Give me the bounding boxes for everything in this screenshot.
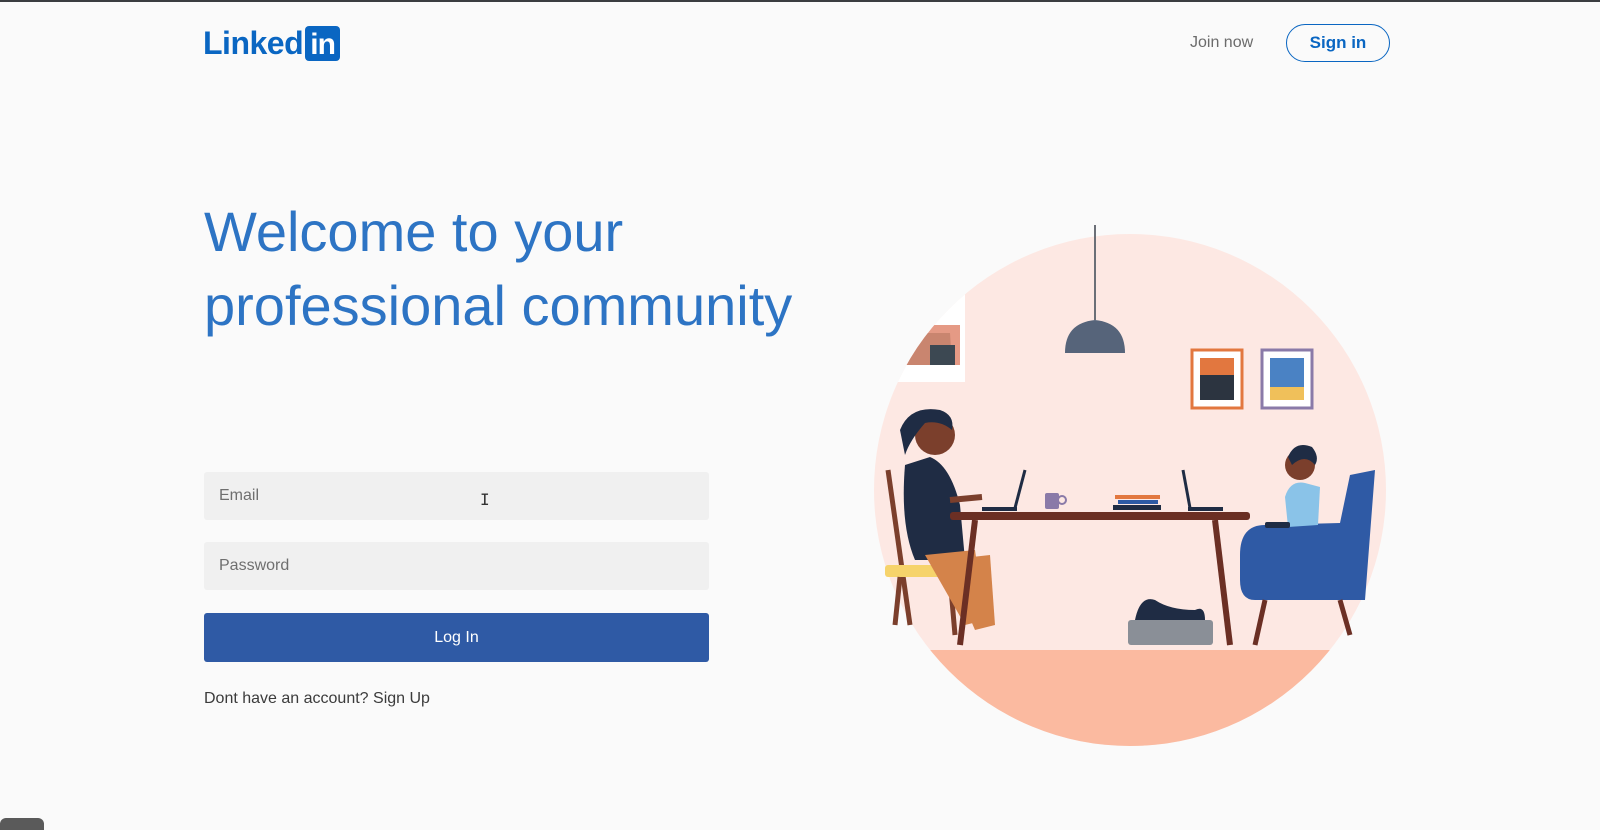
page-headline: Welcome to your professional community	[204, 195, 864, 343]
sign-up-link[interactable]: Sign Up	[373, 690, 430, 707]
signup-prompt: Dont have an account? Sign Up	[204, 690, 430, 708]
join-now-link[interactable]: Join now	[1190, 34, 1253, 52]
people-working-at-table-illustration	[874, 225, 1386, 746]
signup-prompt-text: Dont have an account?	[204, 690, 369, 707]
log-in-button[interactable]: Log In	[204, 613, 709, 662]
logo-wordmark: Linked	[203, 25, 304, 61]
headline-line-2: professional community	[204, 274, 793, 337]
window-top-border	[0, 0, 1600, 2]
mug-icon	[1045, 493, 1059, 509]
table-top	[950, 512, 1250, 520]
email-field[interactable]	[204, 472, 709, 520]
sign-in-button[interactable]: Sign in	[1286, 24, 1390, 62]
headline-line-1: Welcome to your	[204, 200, 624, 263]
taskbar-corner-tab	[0, 818, 44, 830]
books-stack	[1115, 495, 1160, 499]
password-field[interactable]	[204, 542, 709, 590]
text-cursor-icon: I	[480, 490, 490, 509]
logo-in-box: in	[305, 25, 341, 61]
floor-shape	[874, 650, 1386, 746]
linkedin-logo[interactable]: Linked in	[203, 25, 341, 61]
dog-bed	[1128, 620, 1213, 645]
child-figure	[1285, 482, 1320, 527]
